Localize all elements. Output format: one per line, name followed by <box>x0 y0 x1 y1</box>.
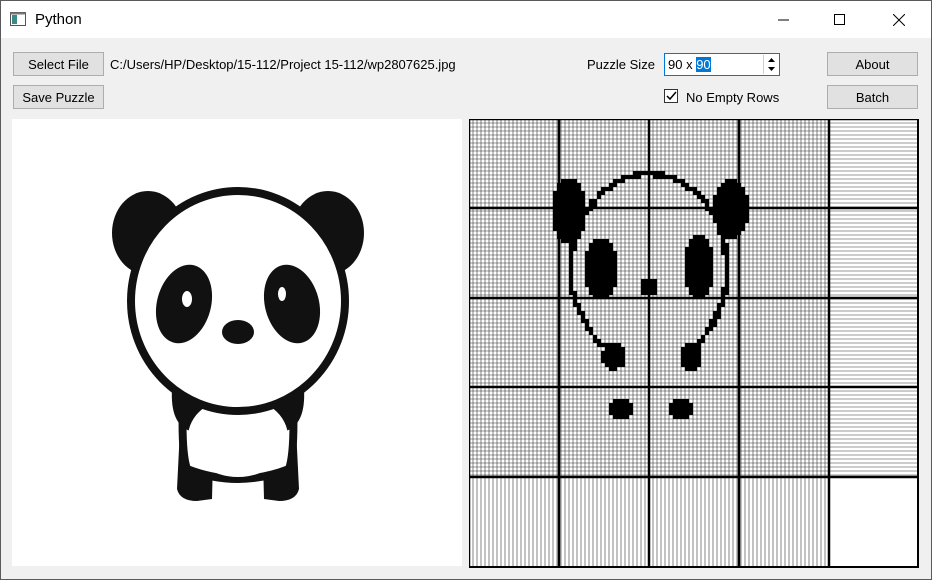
minimize-icon <box>778 19 789 20</box>
spin-arrows[interactable] <box>763 55 778 74</box>
puzzle-grid-pane <box>467 117 919 568</box>
puzzle-size-label: Puzzle Size <box>587 57 655 72</box>
close-icon <box>893 13 905 26</box>
no-empty-rows-label: No Empty Rows <box>686 90 780 105</box>
batch-button[interactable]: Batch <box>827 85 918 109</box>
puzzle-size-spinbox[interactable]: 90 x 90 <box>664 53 780 76</box>
no-empty-rows-checkbox[interactable] <box>664 89 678 103</box>
minimize-button[interactable] <box>761 1 807 38</box>
app-window: Python Select File Save Puzzle C:/Users/… <box>0 0 932 580</box>
maximize-icon <box>834 13 845 25</box>
nonogram-grid <box>467 117 919 568</box>
spin-up-icon[interactable] <box>764 55 778 64</box>
save-puzzle-button[interactable]: Save Puzzle <box>13 85 104 109</box>
about-button[interactable]: About <box>827 52 918 76</box>
panda-image <box>112 187 364 501</box>
checkmark-icon <box>666 91 677 101</box>
select-file-button[interactable]: Select File <box>13 52 104 76</box>
spin-down-icon[interactable] <box>764 64 778 73</box>
close-button[interactable] <box>876 1 922 38</box>
window-title: Python <box>35 11 82 28</box>
title-bar[interactable]: Python <box>1 1 931 38</box>
puzzle-size-value[interactable]: 90 x 90 <box>668 57 711 72</box>
maximize-button[interactable] <box>817 1 863 38</box>
app-window-icon <box>10 12 26 26</box>
source-image-pane <box>12 119 462 566</box>
file-path-label: C:/Users/HP/Desktop/15-112/Project 15-11… <box>110 57 456 72</box>
